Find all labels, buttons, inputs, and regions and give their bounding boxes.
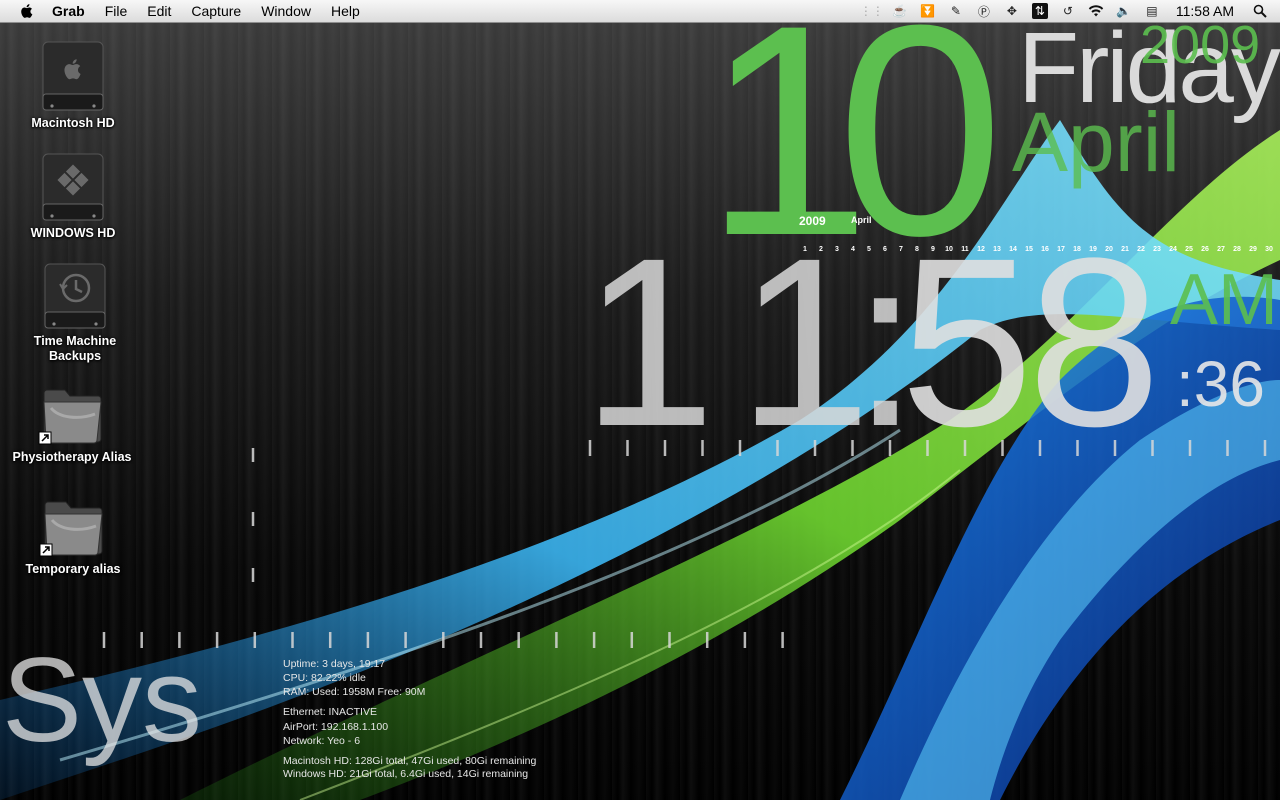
sys-ram: RAM: Used: 1958M Free: 90M xyxy=(283,686,426,698)
sys-cpu: CPU: 82.22% idle xyxy=(283,672,366,684)
sys-win-hd: Windows HD: 21Gi total, 6.4Gi used, 14Gi… xyxy=(283,768,529,780)
system-widget-title: Sys xyxy=(2,633,203,767)
sys-airport: AirPort: 192.168.1.100 xyxy=(283,721,389,733)
sys-uptime: Uptime: 3 days, 19:17 xyxy=(283,658,386,670)
sys-mac-hd: Macintosh HD: 128Gi total, 47Gi used, 80… xyxy=(283,755,537,767)
sys-network: Network: Yeo - 6 xyxy=(283,735,361,747)
sys-ethernet: Ethernet: INACTIVE xyxy=(283,706,377,718)
